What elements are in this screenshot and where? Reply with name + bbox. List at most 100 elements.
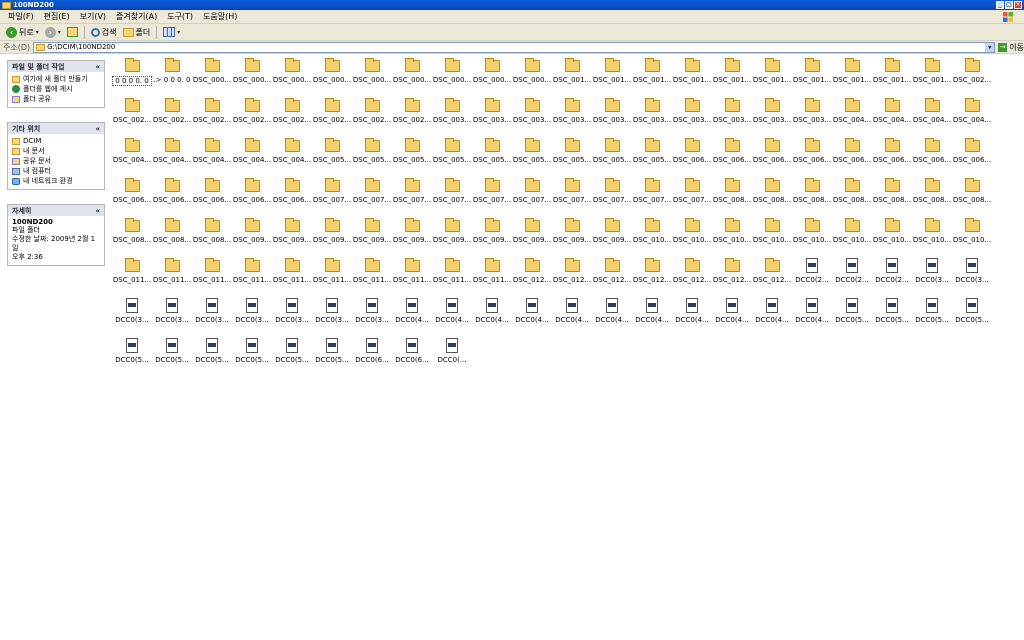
folder-item[interactable]: DSC_012... (672, 257, 712, 297)
file-item[interactable]: DCC0(6... (392, 337, 432, 377)
folder-item[interactable]: DSC_009... (272, 217, 312, 257)
chevron-down-icon[interactable]: ▾ (985, 42, 995, 52)
file-item[interactable]: DCC0(5... (832, 297, 872, 337)
folder-item[interactable]: DSC_006... (112, 177, 152, 217)
folder-item[interactable]: DSC_001... (792, 57, 832, 97)
folder-item[interactable]: DSC_012... (512, 257, 552, 297)
folder-item[interactable]: DSC_002... (312, 97, 352, 137)
folder-item[interactable]: DSC_009... (432, 217, 472, 257)
folder-item[interactable]: DSC_005... (352, 137, 392, 177)
folder-item[interactable]: DSC_007... (312, 177, 352, 217)
up-button[interactable] (64, 25, 81, 40)
folder-item[interactable]: DSC_004... (152, 137, 192, 177)
panel-header[interactable]: 기타 위치 « (8, 123, 104, 134)
file-item[interactable]: DCC0(3... (152, 297, 192, 337)
folder-item[interactable]: DSC_000... (432, 57, 472, 97)
file-item[interactable]: DCC0(4... (752, 297, 792, 337)
folder-item[interactable]: DSC_009... (472, 217, 512, 257)
menu-view[interactable]: 보기(V) (75, 10, 111, 24)
file-item[interactable]: DCC0(3... (312, 297, 352, 337)
folder-item[interactable]: DSC_011... (392, 257, 432, 297)
file-item[interactable]: DCC0(3... (112, 297, 152, 337)
menu-file[interactable]: 파일(F) (3, 10, 39, 24)
folder-item[interactable]: DSC_010... (672, 217, 712, 257)
collapse-icon[interactable]: « (95, 125, 100, 133)
folder-item[interactable]: DSC_000... (192, 57, 232, 97)
file-item[interactable]: DCC0(4... (512, 297, 552, 337)
folder-item[interactable]: DSC_006... (952, 137, 992, 177)
folder-item[interactable]: DSC_003... (512, 97, 552, 137)
task-share-folder[interactable]: 폴더 공유 (12, 94, 100, 104)
file-item[interactable]: DCC0(3... (272, 297, 312, 337)
folder-item[interactable]: DSC_006... (272, 177, 312, 217)
folder-item[interactable]: DSC_008... (752, 177, 792, 217)
menu-tools[interactable]: 도구(T) (162, 10, 198, 24)
file-item[interactable]: DCC0(5... (112, 337, 152, 377)
folder-item[interactable]: DSC_001... (592, 57, 632, 97)
file-item[interactable]: DCC0(5... (872, 297, 912, 337)
folder-item[interactable]: DSC_006... (192, 177, 232, 217)
chevron-down-icon[interactable]: ▾ (36, 29, 39, 36)
folder-item[interactable]: DSC_010... (632, 217, 672, 257)
folder-item[interactable]: DSC_007... (472, 177, 512, 217)
file-view[interactable]: 0 0 0 0. 0 .> 0 0 0. 0 DSC_000... DSC_000..… (112, 54, 1024, 640)
folder-item[interactable]: DSC_002... (352, 97, 392, 137)
folder-item[interactable]: DSC_004... (952, 97, 992, 137)
folder-item[interactable]: DSC_011... (152, 257, 192, 297)
folder-item[interactable]: DSC_009... (232, 217, 272, 257)
file-item[interactable]: DCC0(5... (312, 337, 352, 377)
folder-item[interactable]: .> 0 0 0. 0 (152, 57, 192, 97)
folder-item[interactable]: DSC_000... (232, 57, 272, 97)
file-item[interactable]: DCC0(4... (552, 297, 592, 337)
folder-item[interactable]: DSC_009... (392, 217, 432, 257)
place-dcim[interactable]: DCIM (12, 136, 100, 146)
folder-item[interactable]: DSC_005... (512, 137, 552, 177)
folder-item[interactable]: DSC_009... (552, 217, 592, 257)
folder-item[interactable]: DSC_006... (712, 137, 752, 177)
folder-item[interactable]: DSC_001... (872, 57, 912, 97)
folder-item[interactable]: DSC_007... (432, 177, 472, 217)
folder-item[interactable]: DSC_002... (192, 97, 232, 137)
folder-item[interactable]: DSC_000... (472, 57, 512, 97)
folder-item[interactable]: DSC_006... (792, 137, 832, 177)
folder-item[interactable]: DSC_011... (112, 257, 152, 297)
folder-item[interactable]: DSC_004... (112, 137, 152, 177)
folder-item[interactable]: DSC_007... (392, 177, 432, 217)
file-item[interactable]: DCC0(5... (912, 297, 952, 337)
folder-item[interactable]: DSC_001... (632, 57, 672, 97)
folder-item[interactable]: DSC_010... (792, 217, 832, 257)
folder-item[interactable]: DSC_003... (432, 97, 472, 137)
folder-item[interactable]: DSC_012... (752, 257, 792, 297)
folder-item[interactable]: DSC_011... (232, 257, 272, 297)
chevron-down-icon[interactable]: ▾ (177, 29, 180, 36)
folder-item[interactable]: DSC_006... (752, 137, 792, 177)
folder-item[interactable]: DSC_007... (352, 177, 392, 217)
folder-item[interactable]: DSC_011... (432, 257, 472, 297)
place-my-network[interactable]: 내 네트워크 환경 (12, 176, 100, 186)
file-item[interactable]: DCC0(6... (352, 337, 392, 377)
folder-item[interactable]: DSC_003... (592, 97, 632, 137)
folders-button[interactable]: 폴더 (120, 25, 154, 40)
folder-item[interactable]: DSC_002... (952, 57, 992, 97)
views-button[interactable]: ▾ (160, 25, 183, 40)
folder-item[interactable]: DSC_008... (832, 177, 872, 217)
folder-item[interactable]: DSC_002... (112, 97, 152, 137)
folder-item[interactable]: DSC_008... (112, 217, 152, 257)
folder-item[interactable]: DSC_011... (312, 257, 352, 297)
folder-item[interactable]: DSC_006... (872, 137, 912, 177)
folder-item[interactable]: DSC_004... (832, 97, 872, 137)
go-button[interactable]: → 이동 (998, 42, 1024, 53)
file-item[interactable]: DCC0(5... (952, 297, 992, 337)
folder-item[interactable]: DSC_003... (672, 97, 712, 137)
minimize-button[interactable]: _ (996, 1, 1004, 9)
folder-item[interactable]: DSC_009... (312, 217, 352, 257)
folder-item[interactable]: DSC_004... (912, 97, 952, 137)
folder-item[interactable]: DSC_010... (752, 217, 792, 257)
folder-item[interactable]: DSC_011... (472, 257, 512, 297)
file-item[interactable]: DCC0(4... (792, 297, 832, 337)
forward-button[interactable]: › ▾ (42, 25, 64, 40)
menu-favorites[interactable]: 즐겨찾기(A) (111, 10, 162, 24)
folder-item[interactable]: DSC_000... (312, 57, 352, 97)
folder-item[interactable]: DSC_008... (192, 217, 232, 257)
file-item[interactable]: DCC0(4... (672, 297, 712, 337)
